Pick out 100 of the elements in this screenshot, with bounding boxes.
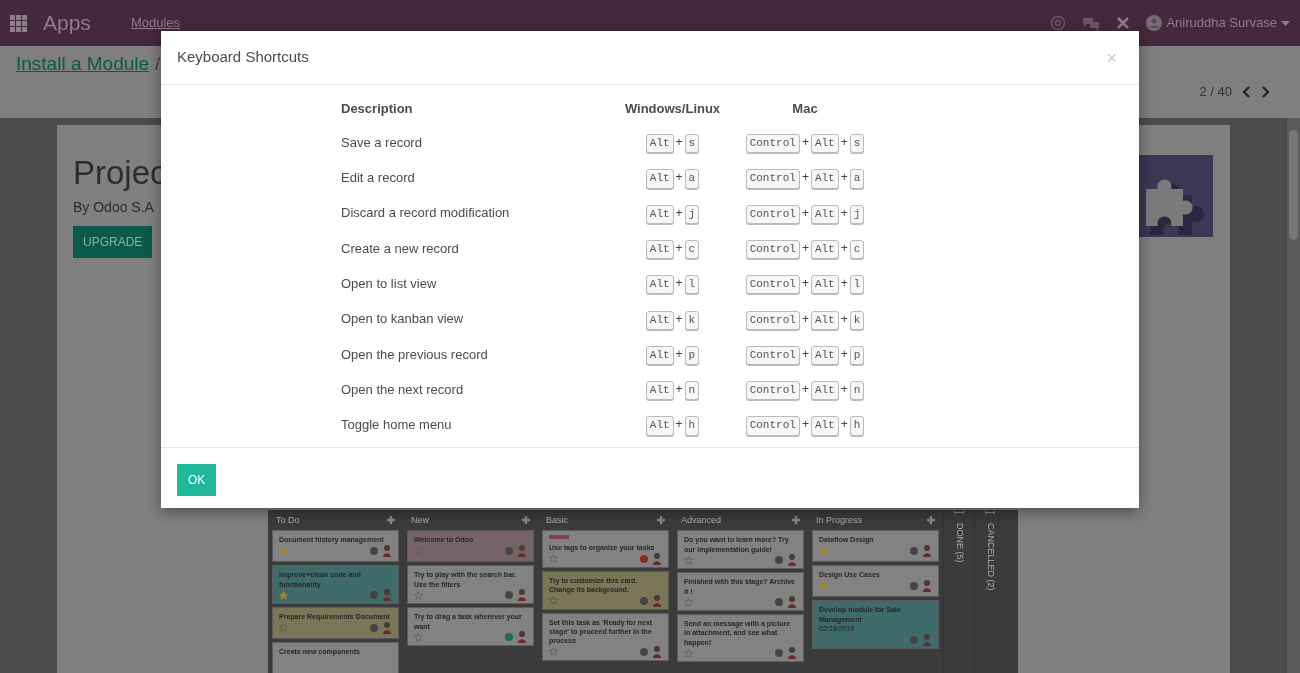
avatar-icon — [922, 633, 932, 646]
key-cap: n — [849, 381, 865, 401]
add-icon[interactable] — [792, 516, 800, 525]
key-cap: Control — [745, 275, 800, 295]
status-dot[interactable] — [505, 591, 513, 600]
previous-icon[interactable] — [1242, 85, 1251, 98]
plus-sign: + — [801, 135, 809, 150]
plus-sign: + — [801, 170, 809, 185]
star-icon[interactable] — [279, 546, 288, 556]
plus-sign: + — [840, 276, 848, 291]
column-title: To Do — [276, 513, 300, 527]
key-cap: l — [684, 275, 700, 295]
plus-sign: + — [840, 417, 848, 432]
status-dot[interactable] — [910, 581, 918, 590]
key-cap: j — [849, 204, 865, 224]
star-icon[interactable] — [549, 647, 558, 657]
ok-button[interactable]: OK — [177, 464, 217, 496]
key-cap: Alt — [645, 134, 674, 154]
upgrade-button[interactable]: UPGRADE — [73, 226, 153, 259]
pager-value: 2 / 40 — [1199, 83, 1232, 101]
column-title: DONE (5) — [953, 523, 966, 563]
status-dot[interactable] — [505, 546, 513, 555]
status-dot[interactable] — [640, 647, 648, 656]
status-dot[interactable] — [640, 554, 648, 563]
column-header: Mac — [791, 100, 819, 119]
plus-sign: + — [840, 382, 848, 397]
module-author: By Odoo S.A — [73, 198, 155, 218]
next-icon[interactable] — [1261, 85, 1270, 98]
key-cap: p — [684, 345, 700, 365]
key-cap: s — [684, 134, 700, 154]
key-cap: s — [849, 134, 865, 154]
key-cap: Control — [745, 310, 800, 330]
star-icon[interactable] — [279, 590, 288, 600]
add-icon[interactable] — [657, 516, 665, 525]
chat-icon[interactable] — [1082, 15, 1101, 31]
key-cap: k — [849, 310, 865, 330]
avatar-icon — [652, 552, 662, 565]
plus-sign: + — [675, 240, 683, 255]
status-dot[interactable] — [775, 649, 783, 658]
key-cap: Alt — [810, 239, 839, 260]
user-menu[interactable]: Aniruddha Survase — [1146, 13, 1290, 33]
key-cap: a — [849, 169, 865, 189]
star-icon[interactable] — [279, 623, 288, 633]
plus-sign: + — [801, 240, 809, 255]
plus-sign: + — [801, 205, 809, 220]
status-dot[interactable] — [640, 596, 648, 605]
plus-sign: + — [675, 311, 683, 326]
status-dot[interactable] — [370, 591, 378, 600]
star-icon[interactable] — [549, 596, 558, 606]
key-cap: n — [684, 381, 700, 401]
puzzle-icon — [1138, 155, 1213, 237]
key-cap: j — [684, 204, 700, 224]
star-icon[interactable] — [414, 632, 423, 642]
scrollbar-thumb[interactable] — [1289, 130, 1298, 240]
apps-menu-icon[interactable] — [10, 14, 27, 32]
star-icon[interactable] — [819, 546, 828, 556]
key-cap: Alt — [645, 239, 674, 260]
key-cap: Alt — [645, 416, 674, 436]
plus-sign: + — [840, 311, 848, 326]
plus-sign: + — [675, 276, 683, 291]
plus-sign: + — [675, 382, 683, 397]
avatar-icon — [652, 645, 662, 658]
plus-sign: + — [840, 135, 848, 150]
status-dot[interactable] — [775, 556, 783, 565]
status-dot[interactable] — [370, 623, 378, 632]
avatar-icon — [787, 554, 797, 567]
key-cap: Control — [745, 239, 800, 260]
scrollbar[interactable] — [1287, 118, 1300, 673]
star-icon[interactable] — [549, 554, 558, 564]
plus-sign: + — [675, 135, 683, 150]
column-title: In Progress — [816, 513, 863, 527]
status-dot[interactable] — [910, 635, 918, 644]
expand-icon[interactable] — [985, 510, 995, 516]
star-icon[interactable] — [684, 555, 693, 565]
key-cap: Control — [745, 416, 800, 436]
dialog-title: Keyboard Shortcuts — [177, 47, 309, 68]
status-dot[interactable] — [910, 546, 918, 555]
column-title: Basic — [546, 513, 568, 527]
add-icon[interactable] — [927, 516, 935, 525]
avatar-icon — [382, 621, 392, 634]
star-icon[interactable] — [819, 581, 828, 591]
key-cap: Alt — [810, 381, 839, 401]
status-dot[interactable] — [505, 633, 513, 642]
key-cap: Alt — [810, 345, 839, 365]
star-icon[interactable] — [684, 648, 693, 658]
key-cap: Alt — [645, 275, 674, 295]
add-icon[interactable] — [522, 516, 530, 525]
key-cap: Alt — [810, 275, 839, 295]
shortcut-description: Create a new record — [340, 239, 460, 258]
star-icon[interactable] — [414, 590, 423, 600]
status-dot[interactable] — [775, 598, 783, 607]
key-cap: Alt — [645, 345, 674, 365]
menu-item[interactable]: Modules — [130, 13, 180, 33]
plus-sign: + — [801, 417, 809, 432]
star-icon[interactable] — [684, 597, 693, 607]
expand-icon[interactable] — [954, 510, 964, 516]
add-icon[interactable] — [387, 516, 395, 525]
plus-sign: + — [675, 417, 683, 432]
status-dot[interactable] — [370, 546, 378, 555]
avatar-icon — [787, 647, 797, 660]
